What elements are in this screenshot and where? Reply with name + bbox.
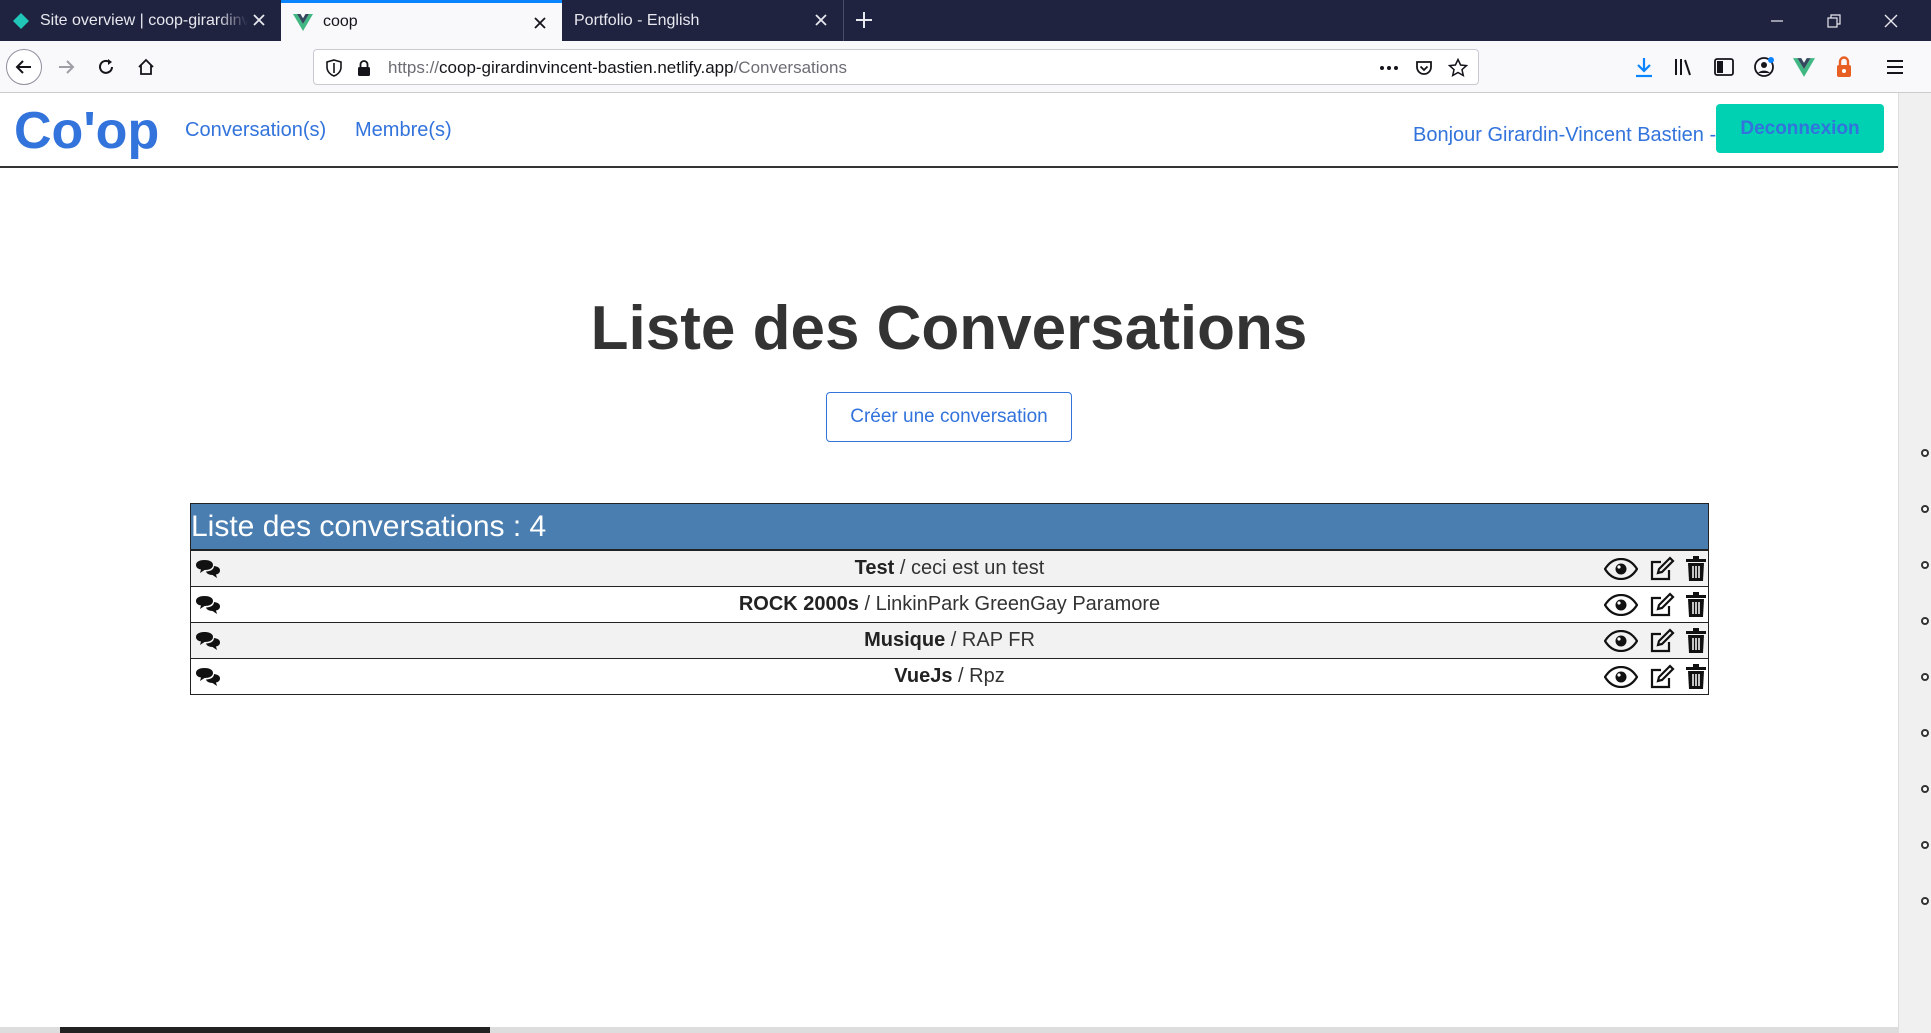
delete-trash-icon[interactable]	[1683, 664, 1709, 690]
scroll-marker	[1921, 897, 1929, 905]
url-host: coop-girardinvincent-bastien.netlify.app	[439, 58, 734, 77]
delete-trash-icon[interactable]	[1683, 628, 1709, 654]
bookmark-star-icon[interactable]	[1448, 58, 1468, 78]
conversation-text: ROCK 2000s / LinkinPark GreenGay Paramor…	[191, 593, 1708, 616]
conversations-table: Liste des conversations : 4 Test / ceci …	[190, 503, 1709, 695]
scroll-marker	[1921, 561, 1929, 569]
close-tab-icon[interactable]	[811, 10, 831, 30]
netlify-diamond-icon	[13, 12, 29, 29]
back-arrow-icon[interactable]	[6, 49, 42, 85]
edit-pencil-icon[interactable]	[1649, 556, 1675, 582]
edit-pencil-icon[interactable]	[1649, 664, 1675, 690]
tab-site-overview[interactable]: Site overview | coop-girardinvincent-bas…	[0, 0, 281, 41]
scroll-marker	[1921, 673, 1929, 681]
edit-pencil-icon[interactable]	[1649, 628, 1675, 654]
lock-icon[interactable]	[354, 58, 374, 78]
reload-icon[interactable]	[88, 49, 124, 85]
delete-trash-icon[interactable]	[1683, 556, 1709, 582]
conversation-topic: / Rpz	[952, 665, 1005, 687]
chat-bubbles-icon	[196, 668, 220, 686]
tab-label: Site overview | coop-girardinvincent-bas…	[40, 11, 248, 29]
edit-pencil-icon[interactable]	[1649, 592, 1675, 618]
conversation-topic: / LinkinPark GreenGay Paramore	[858, 593, 1161, 615]
conversation-row[interactable]: Musique / RAP FR	[191, 622, 1708, 658]
tab-portfolio[interactable]: Portfolio - English	[562, 0, 844, 41]
conversations-table-header: Liste des conversations : 4	[191, 504, 1708, 550]
conversation-row[interactable]: ROCK 2000s / LinkinPark GreenGay Paramor…	[191, 586, 1708, 622]
scroll-marker	[1921, 449, 1929, 457]
sidebar-icon[interactable]	[1712, 55, 1736, 79]
minimize-window-icon[interactable]	[1749, 0, 1805, 41]
browser-toolbar: https://coop-girardinvincent-bastien.net…	[0, 41, 1931, 93]
conversation-row[interactable]: Test / ceci est un test	[191, 550, 1708, 586]
conversation-topic: / RAP FR	[945, 629, 1035, 651]
conversation-title[interactable]: ROCK 2000s	[739, 593, 859, 615]
view-eye-icon[interactable]	[1604, 628, 1638, 654]
conversation-title[interactable]: VueJs	[894, 665, 952, 687]
close-window-icon[interactable]	[1863, 0, 1919, 41]
tab-label: Portfolio - English	[574, 11, 700, 29]
nav-link-members[interactable]: Membre(s)	[355, 119, 452, 142]
conversation-text: Musique / RAP FR	[191, 629, 1708, 652]
conversation-topic: / ceci est un test	[894, 557, 1045, 579]
chat-bubbles-icon	[196, 632, 220, 650]
pocket-icon[interactable]	[1414, 58, 1434, 78]
hamburger-menu-icon[interactable]	[1883, 55, 1907, 79]
conversation-title[interactable]: Test	[855, 557, 895, 579]
url-scheme: https://	[388, 58, 440, 77]
tracking-shield-icon[interactable]	[324, 58, 344, 78]
close-tab-icon[interactable]	[249, 10, 269, 30]
library-icon[interactable]	[1672, 55, 1696, 79]
vue-devtools-icon[interactable]	[1792, 55, 1816, 79]
scroll-marker	[1921, 505, 1929, 513]
create-conversation-button[interactable]: Créer une conversation	[826, 392, 1072, 442]
view-eye-icon[interactable]	[1604, 556, 1638, 582]
page-actions-ellipsis-icon[interactable]	[1379, 58, 1399, 78]
web-page: Co'op Conversation(s) Membre(s) Bonjour …	[0, 93, 1898, 1033]
url-text: https://coop-girardinvincent-bastien.net…	[388, 58, 847, 78]
browser-tab-strip: Site overview | coop-girardinvincent-bas…	[0, 0, 1931, 41]
delete-trash-icon[interactable]	[1683, 592, 1709, 618]
home-icon[interactable]	[128, 49, 164, 85]
account-icon[interactable]	[1752, 55, 1776, 79]
scrollbar-thumb[interactable]	[60, 1027, 490, 1033]
url-bar[interactable]: https://coop-girardinvincent-bastien.net…	[313, 49, 1479, 85]
forward-arrow-icon[interactable]	[48, 49, 84, 85]
tab-coop-active[interactable]: coop	[281, 0, 562, 41]
conversation-title[interactable]: Musique	[864, 629, 945, 651]
scroll-marker	[1921, 729, 1929, 737]
chat-bubbles-icon	[196, 560, 220, 578]
horizontal-scrollbar[interactable]	[0, 1027, 1898, 1033]
conversation-text: Test / ceci est un test	[191, 557, 1708, 580]
brand-logo[interactable]: Co'op	[14, 101, 159, 161]
scroll-marker	[1921, 785, 1929, 793]
scroll-marker	[1921, 617, 1929, 625]
logout-button[interactable]: Deconnexion	[1716, 104, 1884, 153]
extension-lock-icon[interactable]	[1832, 55, 1856, 79]
conversation-row[interactable]: VueJs / Rpz	[191, 658, 1708, 694]
close-tab-icon[interactable]	[530, 13, 550, 33]
restore-window-icon[interactable]	[1806, 0, 1862, 41]
new-tab-plus-icon[interactable]	[852, 8, 876, 32]
conversation-text: VueJs / Rpz	[191, 665, 1708, 688]
vue-logo-icon	[293, 13, 313, 31]
vertical-scrollbar[interactable]	[1898, 93, 1931, 1033]
url-path: /Conversations	[733, 58, 847, 77]
view-eye-icon[interactable]	[1604, 592, 1638, 618]
view-eye-icon[interactable]	[1604, 664, 1638, 690]
page-title: Liste des Conversations	[590, 294, 1308, 363]
site-header: Co'op Conversation(s) Membre(s) Bonjour …	[0, 93, 1898, 168]
tab-label: coop	[323, 13, 358, 30]
nav-link-conversations[interactable]: Conversation(s)	[185, 119, 326, 142]
downloads-icon[interactable]	[1632, 55, 1656, 79]
scroll-marker	[1921, 841, 1929, 849]
user-greeting: Bonjour Girardin-Vincent Bastien -	[1413, 124, 1717, 146]
chat-bubbles-icon	[196, 596, 220, 614]
